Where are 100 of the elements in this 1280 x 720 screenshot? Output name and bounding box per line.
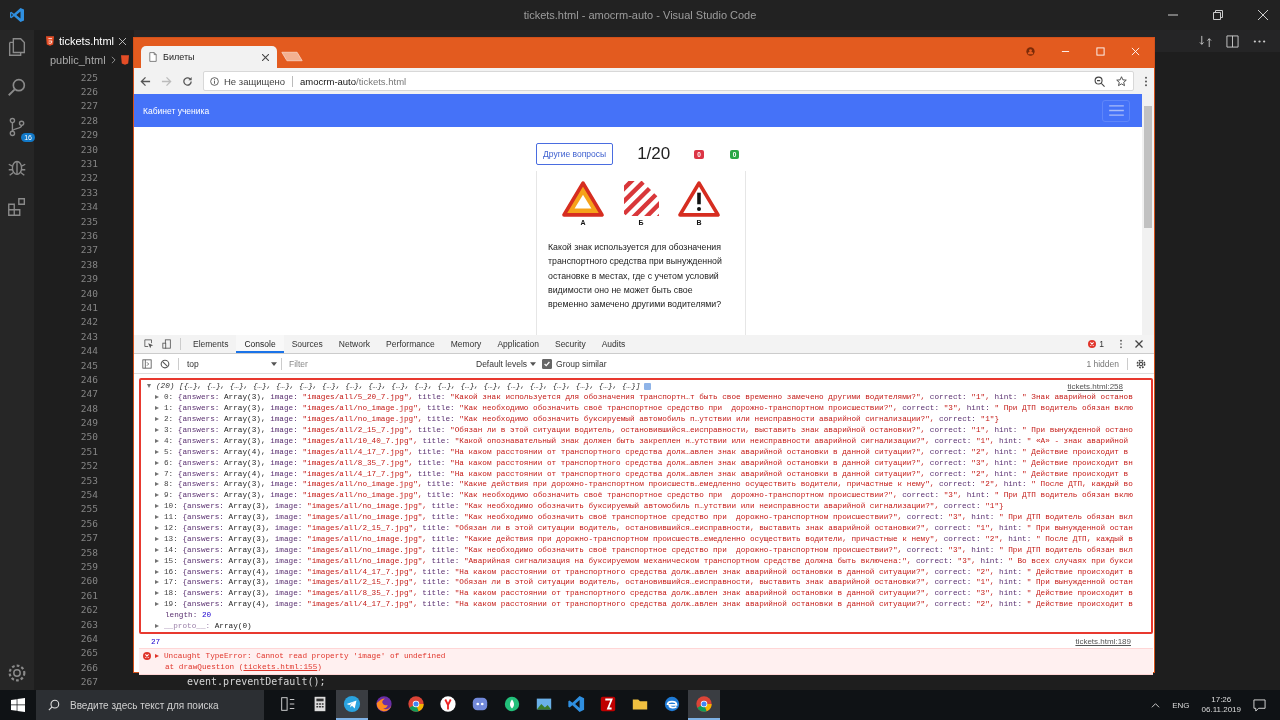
brand-link[interactable]: Кабинет ученика [143, 105, 210, 116]
checkbox-label[interactable]: Group similar [556, 358, 607, 369]
error-icon[interactable] [1088, 340, 1097, 348]
expand-arrow-icon[interactable] [155, 526, 159, 530]
sidebar-icon[interactable] [142, 358, 152, 369]
editor-tab[interactable]: tickets.html [34, 30, 134, 52]
expand-arrow-icon[interactable] [155, 460, 159, 465]
expand-arrow-icon[interactable] [155, 417, 159, 422]
caret-icon [530, 361, 537, 366]
expand-arrow-icon[interactable] [155, 536, 159, 541]
code-editor-icon[interactable] [567, 695, 585, 713]
url-text[interactable]: amocrm-auto/tickets.html [300, 75, 407, 87]
collapse-arrow-icon[interactable] [147, 384, 151, 389]
devtools-tab[interactable]: Audits [593, 335, 634, 353]
windows-logo-icon[interactable] [11, 698, 25, 712]
expand-arrow-icon[interactable] [155, 591, 159, 596]
expand-arrow-icon[interactable] [155, 471, 159, 476]
error-count[interactable]: 1 [1099, 339, 1104, 349]
app-icon[interactable] [471, 695, 489, 713]
line-number: 263 [79, 618, 98, 630]
line-number: 253 [79, 474, 98, 486]
devtools-tab[interactable]: Memory [442, 335, 490, 353]
settings-icon[interactable] [6, 662, 28, 684]
close-icon[interactable] [1134, 339, 1144, 349]
window-title: tickets.html - amocrm-auto - Visual Studio Code [522, 9, 758, 21]
devtools-tab[interactable]: Network [330, 335, 378, 353]
expand-arrow-icon[interactable] [155, 504, 159, 509]
expand-arrow-icon[interactable] [155, 406, 159, 411]
security-label[interactable]: Не защищено [224, 75, 286, 87]
checkbox[interactable] [542, 358, 553, 369]
clock-date[interactable]: 06.11.2019 [1201, 705, 1241, 715]
expand-arrow-icon[interactable] [155, 428, 159, 432]
compare-icon[interactable] [1199, 34, 1212, 48]
app-icon[interactable] [407, 695, 425, 713]
device-icon[interactable] [162, 339, 172, 349]
expand-arrow-icon[interactable] [155, 558, 159, 563]
source-link[interactable]: tickets.html:258 [1067, 381, 1123, 391]
line-number: 262 [79, 604, 98, 616]
task-view-icon[interactable] [279, 695, 297, 713]
clear-icon[interactable] [160, 358, 170, 369]
close-icon[interactable] [262, 53, 269, 61]
info-icon[interactable] [210, 76, 219, 86]
expand-arrow-icon[interactable] [155, 569, 159, 574]
zoom-icon[interactable] [1094, 75, 1105, 87]
menu-icon[interactable] [1144, 75, 1148, 87]
other-questions-button[interactable]: Другие вопросы [536, 143, 614, 165]
reload-icon[interactable] [182, 75, 193, 87]
app-icon[interactable] [663, 695, 681, 713]
paper-plane-icon[interactable] [343, 695, 361, 713]
line-number: 229 [79, 129, 98, 141]
chevron-up-icon[interactable] [1151, 700, 1161, 710]
code-line: event.preventDefault(); [187, 676, 326, 688]
app-icon[interactable] [375, 695, 393, 713]
settings-icon[interactable] [1136, 358, 1146, 369]
expand-arrow-icon[interactable] [155, 580, 159, 585]
expand-arrow-icon[interactable] [155, 449, 159, 454]
split-editor-icon[interactable] [1226, 34, 1239, 48]
app-icon[interactable] [599, 695, 617, 713]
star-icon[interactable] [1116, 75, 1127, 87]
search-icon[interactable] [6, 76, 28, 98]
breadcrumb[interactable]: public_html [50, 54, 106, 66]
devtools-tab[interactable]: Security [546, 335, 594, 353]
search-field[interactable]: Введите здесь текст для поиска [36, 690, 264, 720]
expand-arrow-icon[interactable] [155, 602, 159, 607]
expand-arrow-icon[interactable] [155, 653, 159, 658]
expand-arrow-icon[interactable] [155, 547, 159, 552]
context-select[interactable]: top [183, 358, 277, 369]
profile-icon[interactable] [1026, 47, 1035, 56]
extensions-icon[interactable] [6, 196, 28, 218]
expand-arrow-icon[interactable] [155, 438, 159, 443]
expand-arrow-icon[interactable] [155, 515, 159, 520]
line-number: 250 [79, 431, 98, 443]
devtools-tab[interactable]: Application [489, 335, 547, 353]
back-icon[interactable] [140, 75, 151, 87]
search-icon [48, 699, 60, 711]
source-link[interactable]: tickets.html:189 [1075, 637, 1131, 647]
files-icon[interactable] [6, 36, 28, 58]
line-number: 237 [79, 244, 98, 256]
notification-icon[interactable] [1253, 698, 1266, 712]
levels-dropdown[interactable]: Default levels [476, 358, 537, 369]
language-indicator[interactable]: ENG [1172, 700, 1190, 710]
expand-arrow-icon[interactable] [155, 624, 159, 629]
devtools-tab[interactable]: Console [236, 335, 284, 353]
clock-time[interactable]: 17:26 [1211, 695, 1232, 705]
line-number: 225 [79, 71, 98, 83]
expand-arrow-icon[interactable] [155, 482, 159, 487]
warning-sign-icon [677, 180, 721, 218]
browser-tab[interactable]: Билеты [141, 46, 277, 68]
expand-arrow-icon[interactable] [155, 395, 159, 400]
inspect-icon[interactable] [144, 339, 154, 349]
app-icon[interactable] [439, 695, 457, 713]
restore-icon[interactable] [1213, 10, 1223, 20]
app-icon[interactable] [503, 695, 521, 713]
address-bar[interactable]: Не защищено amocrm-auto/tickets.html [203, 71, 1134, 91]
app-icon[interactable] [695, 695, 713, 713]
expand-arrow-icon[interactable] [155, 493, 159, 498]
devtools-tab[interactable]: Elements [185, 335, 237, 353]
devtools-tab[interactable]: Sources [283, 335, 331, 353]
line-number: 242 [79, 316, 98, 328]
devtools-tab[interactable]: Performance [378, 335, 443, 353]
